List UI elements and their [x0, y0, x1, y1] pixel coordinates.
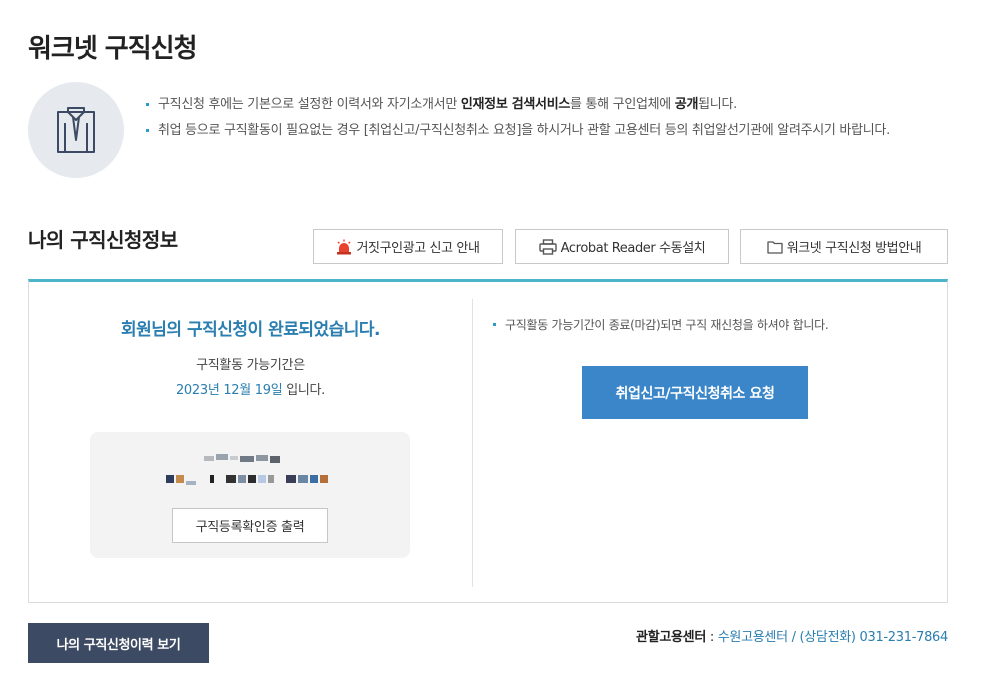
center-separator: /: [787, 630, 800, 645]
bullet-dot: [493, 323, 496, 326]
intro-text: 구직신청 후에는 기본으로 설정한 이력서와 자기소개서만: [158, 97, 461, 112]
acrobat-install-label: Acrobat Reader 수동설치: [560, 241, 706, 256]
vertical-divider: [472, 299, 473, 587]
intro-strong-search: 인재정보 검색서비스: [460, 97, 571, 112]
employment-report-cancel-button[interactable]: 취업신고/구직신청취소 요청: [582, 366, 808, 419]
false-ad-report-button[interactable]: 거짓구인광고 신고 안내: [313, 229, 503, 264]
printer-icon: [538, 238, 557, 255]
application-guide-label: 워크넷 구직신청 방법안내: [786, 241, 922, 256]
application-info-box: 회원님의 구직신청이 완료되었습니다. 구직활동 가능기간은 2023년 12월…: [28, 279, 948, 603]
phone-number: 031-231-7864: [855, 630, 949, 645]
shirt-icon: [57, 107, 95, 153]
intro-list: 구직신청 후에는 기본으로 설정한 이력서와 자기소개서만 인재정보 검색서비스…: [146, 94, 956, 146]
print-certificate-button[interactable]: 구직등록확인증 출력: [172, 508, 328, 543]
period-value: 2023년 12월 19일 입니다.: [29, 379, 472, 398]
folder-icon: [767, 240, 783, 254]
period-date: 2023년 12월 19일: [175, 383, 283, 398]
page-title: 워크넷 구직신청: [28, 34, 197, 64]
intro-item-disclosure: 구직신청 후에는 기본으로 설정한 이력서와 자기소개서만 인재정보 검색서비스…: [146, 94, 956, 116]
center-label: 관할고용센터: [636, 630, 707, 645]
siren-icon: [337, 239, 352, 254]
redacted-name: [204, 454, 280, 463]
reapply-note: 구직활동 가능기간이 종료(마감)되면 구직 재신청을 하셔야 합니다.: [493, 316, 829, 333]
intro-text: 됩니다.: [698, 97, 737, 112]
intro-icon-circle: [28, 82, 124, 178]
intro-item-cancel: 취업 등으로 구직활동이 필요없는 경우 [취업신고/구직신청취소 요청]을 하…: [146, 120, 956, 142]
acrobat-install-button[interactable]: Acrobat Reader 수동설치: [515, 229, 729, 264]
center-name-link[interactable]: 수원고용센터: [718, 630, 788, 645]
intro-strong-public: 공개: [674, 97, 699, 112]
application-guide-button[interactable]: 워크넷 구직신청 방법안내: [740, 229, 948, 264]
period-suffix: 입니다.: [282, 383, 326, 398]
phone-label: (상담전화): [799, 630, 856, 645]
reapply-note-text: 구직활동 가능기간이 종료(마감)되면 구직 재신청을 하셔야 합니다.: [505, 318, 829, 332]
period-label: 구직활동 가능기간은: [196, 358, 305, 373]
completion-message: 회원님의 구직신청이 완료되었습니다.: [120, 320, 381, 340]
center-colon: :: [706, 630, 718, 645]
redacted-registration-number: [166, 475, 328, 485]
bullet-dot: [146, 129, 149, 132]
intro-text: 를 통해 구인업체에: [570, 97, 675, 112]
false-ad-report-label: 거짓구인광고 신고 안내: [356, 241, 480, 256]
jurisdiction-center-info: 관할고용센터 : 수원고용센터 / (상담전화) 031-231-7864: [636, 626, 948, 645]
application-history-button[interactable]: 나의 구직신청이력 보기: [28, 623, 209, 663]
bullet-dot: [146, 103, 149, 106]
certificate-card: 구직등록확인증 출력: [90, 432, 410, 558]
section-title: 나의 구직신청정보: [28, 228, 178, 252]
intro-text: 취업 등으로 구직활동이 필요없는 경우 [취업신고/구직신청취소 요청]을 하…: [158, 123, 890, 138]
